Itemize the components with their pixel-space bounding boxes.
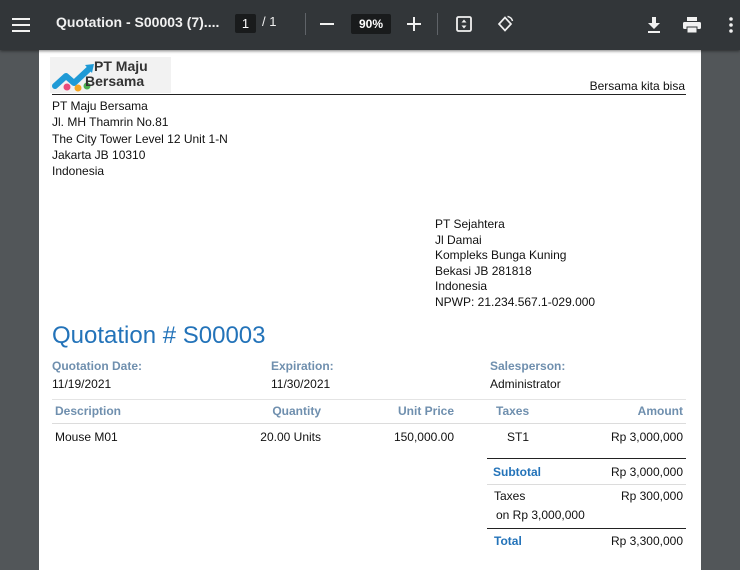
more-vert-icon [729,17,733,33]
address-line: Kompleks Bunga Kuning [435,248,567,262]
taxes-value: Rp 300,000 [620,489,683,503]
table-header-divider [52,423,686,424]
quotation-date-value: 11/19/2021 [52,377,112,391]
salesperson-label: Salesperson: [490,359,566,373]
taxes-divider [487,484,686,485]
company-address: PT Maju Bersama Jl. MH Thamrin No.81 The… [52,98,228,179]
address-line: Jl Damai [435,232,482,247]
column-header-unit-price: Unit Price [397,404,454,418]
row-unit-price: 150,000.00 [393,430,454,444]
address-line: PT Maju Bersama [52,99,148,113]
salesperson-value: Administrator [490,377,561,391]
print-button[interactable] [679,13,705,37]
address-line: Bekasi JB 281818 [435,263,532,278]
column-header-taxes: Taxes [496,404,530,418]
minus-icon [320,23,334,25]
taxes-label: Taxes [494,489,526,503]
zoom-out-button[interactable] [316,13,338,35]
tax-id: NPWP: 21.234.567.1-029.000 [435,294,596,309]
logo-text: PT Maju Bersama [85,58,148,89]
address-line: Jl. MH Thamrin No.81 [52,115,169,130]
total-label: Total [494,534,522,548]
company-tagline: Bersama kita bisa [589,79,685,93]
print-icon [683,17,701,33]
menu-icon[interactable] [8,12,34,38]
toolbar-divider [305,13,306,35]
company-logo: PT Maju Bersama [50,57,171,93]
address-line: PT Sejahtera [435,217,505,231]
subtotal-value: Rp 3,000,000 [610,465,683,479]
taxes-base: on Rp 3,000,000 [496,508,585,522]
page-separator: / [262,14,266,29]
column-header-amount: Amount [637,404,683,418]
download-icon [648,17,660,33]
subtotal-label: Subtotal [493,465,541,479]
expiration-label: Expiration: [271,359,334,373]
table-divider [52,399,686,400]
logo-text-line2: Bersama [85,73,145,89]
fit-page-button[interactable] [453,13,475,35]
download-button[interactable] [642,13,666,37]
rotate-button[interactable] [494,13,516,35]
row-quantity: 20.00 Units [260,430,321,444]
column-header-description: Description [55,404,122,418]
subtotal-top-divider [487,458,686,459]
more-options-button[interactable] [722,13,740,37]
address-line: Indonesia [435,279,488,293]
customer-address: PT Sejahtera Jl Damai Kompleks Bunga Kun… [435,217,595,310]
quotation-date-label: Quotation Date: [52,359,142,373]
page-total: 1 [269,14,277,29]
zoom-level-input[interactable]: 90% [351,14,391,34]
expiration-value: 11/30/2021 [271,377,331,391]
document-title: Quotation - S00003 (7).... [56,14,220,30]
header-divider [52,94,686,95]
plus-icon [407,17,421,31]
column-header-quantity: Quantity [272,404,321,418]
logo-text-line1: PT Maju [94,58,148,74]
fit-page-icon [456,16,472,32]
address-line: Jakarta JB 10310 [52,147,146,162]
page-number-input[interactable]: 1 [235,14,256,33]
address-line: The City Tower Level 12 Unit 1-N [52,131,228,146]
row-taxes: ST1 [507,430,530,444]
total-value: Rp 3,300,000 [610,534,683,548]
pdf-toolbar: Quotation - S00003 (7).... 1 / 1 90% [0,0,740,50]
pdf-page: PT Maju Bersama Bersama kita bisa PT Maj… [39,50,701,570]
row-amount: Rp 3,000,000 [610,430,683,444]
row-description: Mouse M01 [55,430,118,444]
zoom-in-button[interactable] [403,13,425,35]
rotate-icon [497,15,514,32]
toolbar-divider [437,13,438,35]
total-divider [487,528,686,529]
quotation-title: Quotation # S00003 [52,322,266,349]
address-line: Indonesia [52,164,105,179]
page-count: / 1 [262,14,276,29]
